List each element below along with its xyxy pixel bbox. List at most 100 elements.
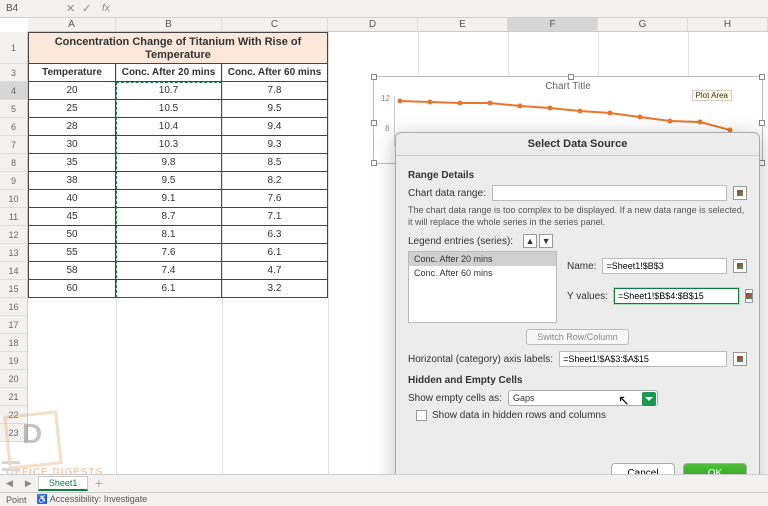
cell-conc20[interactable]: 6.1: [116, 280, 222, 298]
row-19[interactable]: 19: [0, 352, 28, 370]
row-11[interactable]: 11: [0, 208, 28, 226]
table-row[interactable]: 508.16.3: [28, 226, 328, 244]
cell-temp[interactable]: 30: [28, 136, 116, 154]
table-row[interactable]: 2510.59.5: [28, 100, 328, 118]
cell-conc20[interactable]: 10.7: [116, 82, 222, 100]
sheet-tab-sheet1[interactable]: Sheet1: [38, 476, 89, 491]
move-down-icon[interactable]: ▼: [539, 234, 553, 248]
table-row[interactable]: 359.88.5: [28, 154, 328, 172]
cell-conc20[interactable]: 7.6: [116, 244, 222, 262]
col-E[interactable]: E: [418, 18, 508, 31]
show-hidden-checkbox[interactable]: [416, 410, 427, 421]
cell-conc20[interactable]: 7.4: [116, 262, 222, 280]
row-8[interactable]: 8: [0, 154, 28, 172]
row-20[interactable]: 20: [0, 370, 28, 388]
cell-conc20[interactable]: 9.8: [116, 154, 222, 172]
cell-conc60[interactable]: 8.2: [222, 172, 328, 190]
row-17[interactable]: 17: [0, 316, 28, 334]
cell-conc60[interactable]: 9.4: [222, 118, 328, 136]
cell-temp[interactable]: 35: [28, 154, 116, 172]
cell-temp[interactable]: 25: [28, 100, 116, 118]
horizontal-axis-input[interactable]: [559, 351, 727, 367]
row-15[interactable]: 15: [0, 280, 28, 298]
fx-icon[interactable]: fx: [102, 3, 110, 14]
cell-conc60[interactable]: 3.2: [222, 280, 328, 298]
y-values-input[interactable]: [614, 288, 739, 304]
row-headers[interactable]: 1 3 4 5 6 7 8 9 10 11 12 13 14 15 16 17 …: [0, 32, 28, 442]
row-9[interactable]: 9: [0, 172, 28, 190]
row-1[interactable]: 1: [0, 32, 28, 64]
cell-temp[interactable]: 50: [28, 226, 116, 244]
legend-series-list[interactable]: Conc. After 20 mins Conc. After 60 mins: [408, 251, 557, 323]
dropdown-caret-icon[interactable]: [642, 392, 656, 406]
table-row[interactable]: 557.66.1: [28, 244, 328, 262]
cell-conc60[interactable]: 6.1: [222, 244, 328, 262]
cell-conc20[interactable]: 10.5: [116, 100, 222, 118]
table-row[interactable]: 3010.39.3: [28, 136, 328, 154]
cell-temp[interactable]: 45: [28, 208, 116, 226]
tab-nav-prev-icon[interactable]: ◀: [0, 478, 19, 489]
table-row[interactable]: 2010.77.8: [28, 82, 328, 100]
col-B[interactable]: B: [116, 18, 222, 31]
table-row[interactable]: 2810.49.4: [28, 118, 328, 136]
table-row[interactable]: 606.13.2: [28, 280, 328, 298]
table-body[interactable]: 2010.77.82510.59.52810.49.43010.39.3359.…: [28, 82, 328, 298]
col-F[interactable]: F: [508, 18, 598, 31]
row-14[interactable]: 14: [0, 262, 28, 280]
series-item-0[interactable]: Conc. After 20 mins: [409, 252, 556, 266]
table-header-row[interactable]: Temperature Conc. After 20 mins Conc. Af…: [28, 64, 328, 82]
show-empty-dropdown[interactable]: Gaps: [508, 390, 658, 406]
table-row[interactable]: 458.77.1: [28, 208, 328, 226]
cell-temp[interactable]: 55: [28, 244, 116, 262]
row-4[interactable]: 4: [0, 82, 28, 100]
row-16[interactable]: 16: [0, 298, 28, 316]
row-21[interactable]: 21: [0, 388, 28, 406]
row-12[interactable]: 12: [0, 226, 28, 244]
table-row[interactable]: 389.58.2: [28, 172, 328, 190]
hdr-conc60[interactable]: Conc. After 60 mins: [222, 64, 328, 82]
cell-conc60[interactable]: 9.3: [222, 136, 328, 154]
cell-conc60[interactable]: 9.5: [222, 100, 328, 118]
row-5[interactable]: 5: [0, 100, 28, 118]
table-title[interactable]: Concentration Change of Titanium With Ri…: [28, 32, 328, 64]
enter-icon[interactable]: ✓: [82, 2, 94, 15]
tab-nav-next-icon[interactable]: ▶: [19, 478, 38, 489]
hdr-conc20[interactable]: Conc. After 20 mins: [116, 64, 222, 82]
chart-data-range-input[interactable]: [492, 185, 727, 201]
name-box[interactable]: B4: [0, 3, 60, 14]
move-up-icon[interactable]: ▲: [523, 234, 537, 248]
hdr-temperature[interactable]: Temperature: [28, 64, 116, 82]
cell-conc60[interactable]: 8.5: [222, 154, 328, 172]
row-6[interactable]: 6: [0, 118, 28, 136]
cell-temp[interactable]: 60: [28, 280, 116, 298]
col-A[interactable]: A: [28, 18, 116, 31]
range-picker-icon[interactable]: [733, 186, 747, 200]
table-row[interactable]: 587.44.7: [28, 262, 328, 280]
series-item-1[interactable]: Conc. After 60 mins: [409, 266, 556, 280]
cancel-icon[interactable]: ✕: [66, 2, 78, 15]
column-headers[interactable]: A B C D E F G H: [28, 18, 768, 32]
col-D[interactable]: D: [328, 18, 418, 31]
cell-conc60[interactable]: 7.6: [222, 190, 328, 208]
row-3[interactable]: 3: [0, 64, 28, 82]
cell-temp[interactable]: 40: [28, 190, 116, 208]
cell-conc60[interactable]: 7.1: [222, 208, 328, 226]
cell-temp[interactable]: 58: [28, 262, 116, 280]
cell-conc20[interactable]: 8.7: [116, 208, 222, 226]
add-sheet-icon[interactable]: ＋: [88, 477, 109, 490]
row-10[interactable]: 10: [0, 190, 28, 208]
series-name-input[interactable]: [602, 258, 727, 274]
cell-temp[interactable]: 38: [28, 172, 116, 190]
col-C[interactable]: C: [222, 18, 328, 31]
accessibility-status[interactable]: ♿ Accessibility: Investigate: [37, 494, 148, 505]
switch-row-column-button[interactable]: Switch Row/Column: [526, 329, 629, 345]
col-H[interactable]: H: [688, 18, 768, 31]
cell-conc20[interactable]: 9.5: [116, 172, 222, 190]
haxis-picker-icon[interactable]: [733, 352, 747, 366]
cell-conc20[interactable]: 10.4: [116, 118, 222, 136]
col-G[interactable]: G: [598, 18, 688, 31]
cell-conc60[interactable]: 7.8: [222, 82, 328, 100]
row-18[interactable]: 18: [0, 334, 28, 352]
cell-conc20[interactable]: 10.3: [116, 136, 222, 154]
cell-temp[interactable]: 20: [28, 82, 116, 100]
